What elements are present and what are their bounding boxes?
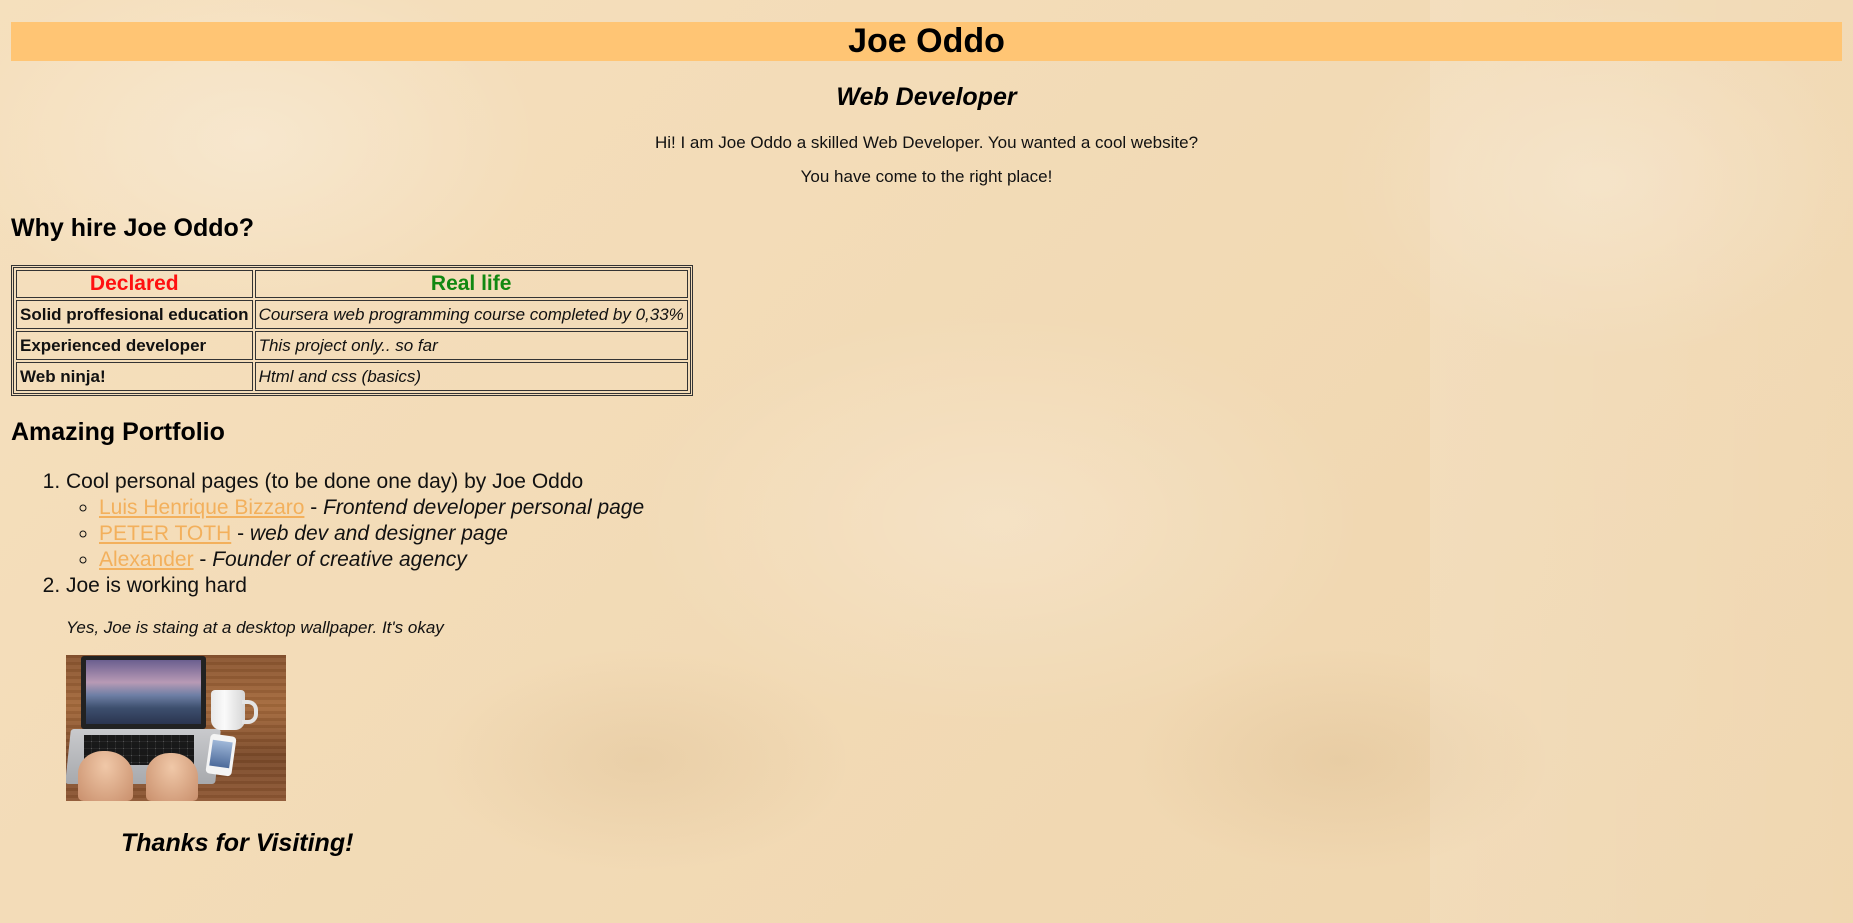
why-hire-heading: Why hire Joe Oddo? (11, 214, 255, 242)
header-bar: Joe Oddo (11, 22, 1842, 61)
link-description: Frontend developer personal page (323, 496, 645, 519)
table-row: Experienced developer This project only.… (16, 331, 688, 360)
portfolio-link-luis[interactable]: Luis Henrique Bizzaro (99, 496, 304, 519)
right-hand (146, 753, 198, 801)
table-row: Web ninja! Html and css (basics) (16, 362, 688, 391)
table-cell-real-life: This project only.. so far (254, 331, 688, 360)
page-subtitle: Web Developer (836, 83, 1017, 111)
column-header-real-life: Real life (254, 270, 688, 298)
link-description: Founder of creative agency (212, 548, 467, 571)
page-title: Joe Oddo (848, 22, 1005, 60)
coffee-cup (211, 690, 245, 730)
column-header-declared: Declared (16, 270, 253, 298)
link-separator: - (193, 548, 213, 571)
left-hand (78, 751, 133, 801)
portfolio-link-alexander[interactable]: Alexander (99, 548, 194, 571)
intro-line-1: Hi! I am Joe Oddo a skilled Web Develope… (654, 133, 1199, 152)
laptop-photo (66, 655, 286, 801)
table-cell-declared: Solid proffesional education (16, 300, 253, 329)
link-description: web dev and designer page (249, 522, 508, 545)
link-separator: - (304, 496, 324, 519)
portfolio-heading: Amazing Portfolio (11, 418, 225, 446)
table-cell-declared: Experienced developer (16, 331, 253, 360)
portfolio-item-personal-pages: Cool personal pages (to be done one day)… (66, 469, 1842, 573)
intro-line-2: You have come to the right place! (800, 167, 1053, 186)
working-note: Yes, Joe is staing at a desktop wallpape… (66, 618, 444, 637)
list-item: PETER TOTH - web dev and designer page (99, 521, 1842, 547)
page: Joe Oddo Web Developer Hi! I am Joe Oddo… (0, 0, 1853, 858)
list-item: Alexander - Founder of creative agency (99, 547, 1842, 573)
table-header-row: Declared Real life (16, 270, 688, 298)
desktop-wallpaper (86, 660, 201, 724)
why-hire-table: Declared Real life Solid proffesional ed… (11, 265, 693, 396)
list-item-text: Joe is working hard (66, 574, 247, 597)
intro: Hi! I am Joe Oddo a skilled Web Develope… (11, 126, 1842, 194)
coffee-cup-handle (242, 700, 258, 724)
smartphone-screen (209, 739, 233, 769)
table-cell-declared: Web ninja! (16, 362, 253, 391)
list-item: Luis Henrique Bizzaro - Frontend develop… (99, 495, 1842, 521)
table-cell-real-life: Html and css (basics) (254, 362, 688, 391)
table-cell-real-life: Coursera web programming course complete… (254, 300, 688, 329)
portfolio-item-working-hard: Joe is working hard Yes, Joe is staing a… (66, 573, 1842, 801)
portfolio-links-list: Luis Henrique Bizzaro - Frontend develop… (66, 495, 1842, 573)
portfolio-link-peter[interactable]: PETER TOTH (99, 522, 231, 545)
table-row: Solid proffesional education Coursera we… (16, 300, 688, 329)
portfolio-list: Cool personal pages (to be done one day)… (11, 469, 1842, 801)
list-item-text: Cool personal pages (to be done one day)… (66, 470, 584, 493)
link-separator: - (231, 522, 250, 545)
thanks-message: Thanks for Visiting! (121, 829, 354, 857)
